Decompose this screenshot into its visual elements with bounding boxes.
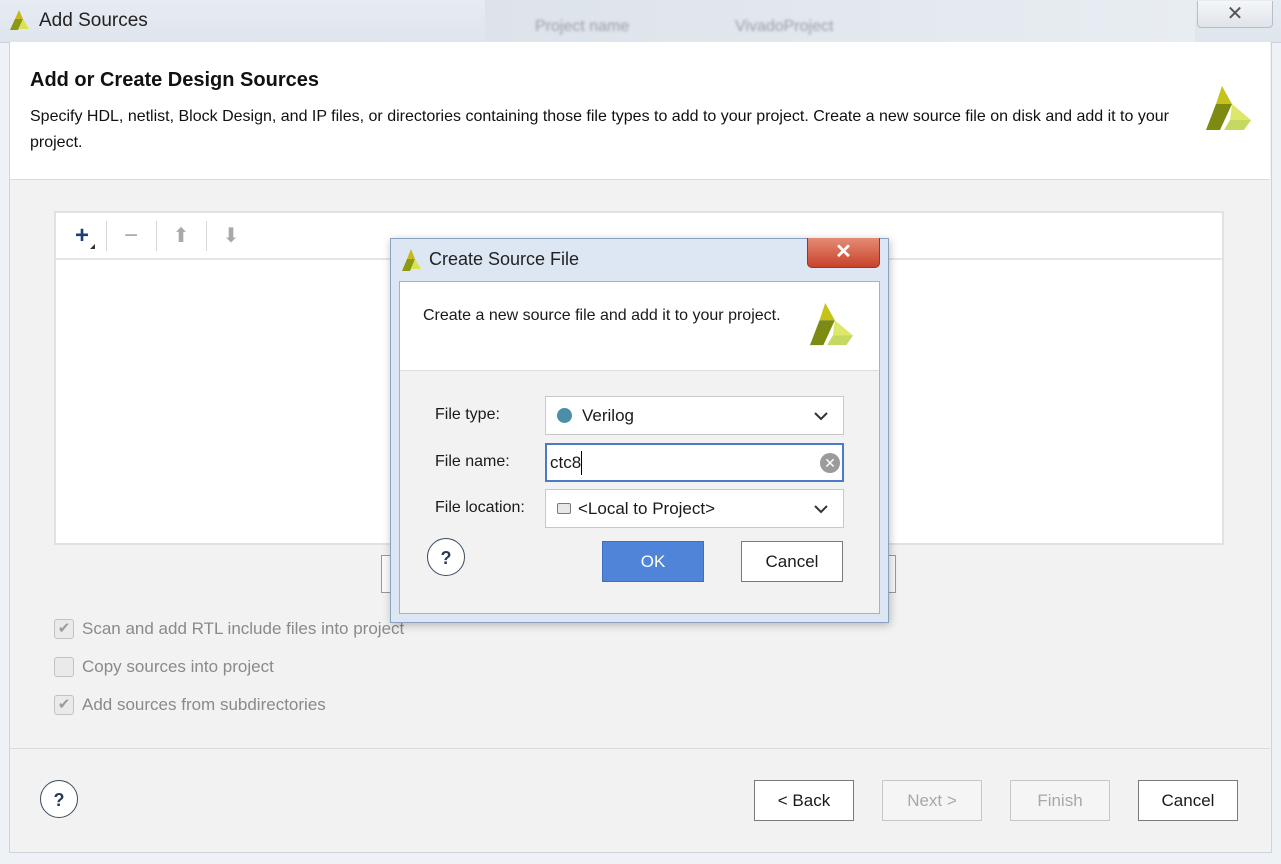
ok-button[interactable]: OK [602, 541, 704, 582]
file-type-value: Verilog [582, 406, 634, 425]
toolbar-divider [156, 221, 157, 251]
scan-rtl-checkbox[interactable]: ✔ [54, 619, 74, 639]
verilog-icon [557, 408, 572, 423]
file-type-label: File type: [435, 406, 500, 423]
move-down-icon[interactable]: ⬇ [211, 218, 251, 254]
add-icon[interactable]: + [62, 218, 102, 254]
background-text: VivadoProject [735, 18, 834, 35]
next-button[interactable]: Next > [882, 780, 982, 821]
file-name-label: File name: [435, 453, 510, 470]
background-text: Project name [535, 18, 630, 35]
chevron-down-icon[interactable] [813, 503, 829, 515]
toolbar-divider [206, 221, 207, 251]
footer-divider [10, 748, 1270, 749]
dialog-title: Create Source File [429, 249, 580, 269]
copy-sources-checkbox[interactable] [54, 657, 74, 677]
help-button[interactable]: ? [40, 780, 78, 818]
finish-button[interactable]: Finish [1010, 780, 1110, 821]
page-description: Specify HDL, netlist, Block Design, and … [30, 108, 1169, 151]
xilinx-logo-icon [402, 249, 421, 271]
xilinx-logo-icon [1206, 86, 1251, 130]
xilinx-logo-icon [809, 303, 853, 346]
text-caret [581, 451, 582, 475]
subdirectories-label: Add sources from subdirectories [82, 695, 326, 714]
file-location-value: <Local to Project> [578, 499, 716, 518]
dialog-close-button[interactable]: ✕ [807, 238, 880, 268]
file-name-input[interactable] [545, 443, 844, 482]
scan-rtl-label: Scan and add RTL include files into proj… [82, 619, 405, 638]
chevron-down-icon[interactable] [813, 410, 829, 422]
file-location-label: File location: [435, 499, 525, 516]
toolbar-divider [106, 221, 107, 251]
move-up-icon[interactable]: ⬆ [161, 218, 201, 254]
file-name-value: ctc8 [550, 453, 582, 472]
subdirectories-checkbox[interactable]: ✔ [54, 695, 74, 715]
remove-icon[interactable]: − [111, 218, 151, 254]
folder-icon [557, 503, 571, 514]
window-title: Add Sources [39, 10, 148, 31]
dialog-cancel-button[interactable]: Cancel [741, 541, 843, 582]
window-close-button[interactable]: ✕ [1197, 1, 1273, 28]
dialog-description: Create a new source file and add it to y… [423, 307, 781, 324]
xilinx-logo-icon [10, 10, 29, 30]
copy-sources-label: Copy sources into project [82, 657, 274, 676]
dropdown-corner-icon [90, 244, 95, 249]
back-button[interactable]: < Back [754, 780, 854, 821]
cancel-button[interactable]: Cancel [1138, 780, 1238, 821]
dialog-help-button[interactable]: ? [427, 538, 465, 576]
clear-icon[interactable]: ✕ [820, 453, 840, 473]
page-title: Add or Create Design Sources [30, 69, 319, 91]
